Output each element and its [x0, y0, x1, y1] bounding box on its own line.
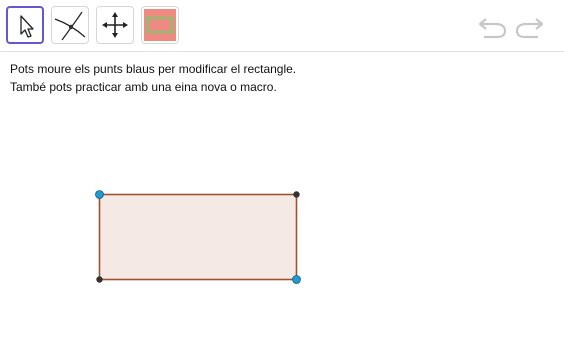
- dependent-point-top-right: [293, 191, 300, 198]
- undo-icon[interactable]: [476, 13, 508, 39]
- rectangle-macro-icon: [144, 9, 176, 41]
- redo-icon[interactable]: [514, 13, 546, 39]
- move-tool-button[interactable]: [6, 6, 44, 44]
- intersect-curves-icon: [54, 11, 86, 41]
- rectangle-macro-tool-button[interactable]: [141, 6, 179, 44]
- dependent-point-bottom-left: [96, 276, 103, 283]
- graphics-view[interactable]: [0, 52, 564, 357]
- intersect-tool-button[interactable]: [51, 6, 89, 44]
- move-graphics-view-button[interactable]: [96, 6, 134, 44]
- four-arrows-move-icon: [102, 12, 128, 38]
- free-point-bottom-right[interactable]: [292, 275, 301, 284]
- rectangle-shape[interactable]: [98, 193, 298, 281]
- cursor-arrow-icon: [20, 15, 34, 38]
- toolbar: [0, 0, 564, 52]
- free-point-top-left[interactable]: [95, 190, 104, 199]
